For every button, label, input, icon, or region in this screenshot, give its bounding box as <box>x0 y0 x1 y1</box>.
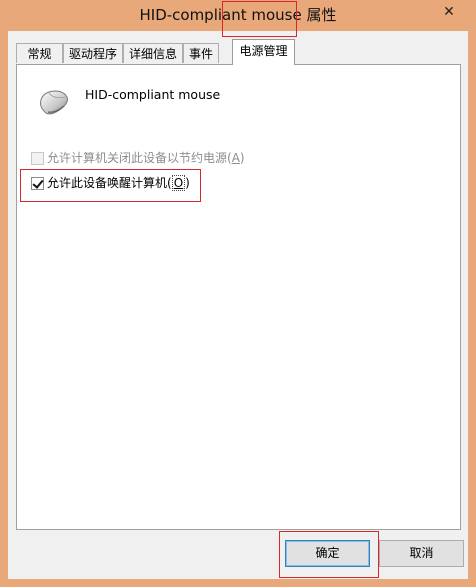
allow-power-off-option: 允许计算机关闭此设备以节约电源(A) <box>31 150 245 166</box>
allow-wake-option[interactable]: 允许此设备唤醒计算机(O) <box>31 175 190 191</box>
power-management-panel: HID-compliant mouse 允许计算机关闭此设备以节约电源(A) 允… <box>16 64 461 530</box>
tab-strip: 常规 驱动程序 详细信息 事件 电源管理 <box>16 39 460 65</box>
device-name: HID-compliant mouse <box>85 87 221 102</box>
mouse-icon <box>40 90 68 115</box>
close-icon[interactable]: ✕ <box>436 2 462 22</box>
allow-power-off-checkbox <box>31 151 44 165</box>
tab-power-management[interactable]: 电源管理 <box>232 39 295 65</box>
window-title: HID-compliant mouse 属性 <box>139 6 337 24</box>
tab-events[interactable]: 事件 <box>183 43 219 63</box>
tab-general[interactable]: 常规 <box>16 43 63 63</box>
ok-button[interactable]: 确定 <box>285 540 370 567</box>
title-bar[interactable]: HID-compliant mouse 属性 ✕ <box>0 0 476 32</box>
tab-details[interactable]: 详细信息 <box>123 43 183 63</box>
allow-wake-checkbox[interactable] <box>31 176 44 190</box>
dialog-client: 常规 驱动程序 详细信息 事件 电源管理 HID-compliant mouse… <box>8 31 468 579</box>
allow-wake-label[interactable]: 允许此设备唤醒计算机(O) <box>47 175 190 191</box>
tab-driver[interactable]: 驱动程序 <box>63 43 123 63</box>
cancel-button[interactable]: 取消 <box>379 540 464 567</box>
allow-power-off-label: 允许计算机关闭此设备以节约电源(A) <box>47 151 245 165</box>
